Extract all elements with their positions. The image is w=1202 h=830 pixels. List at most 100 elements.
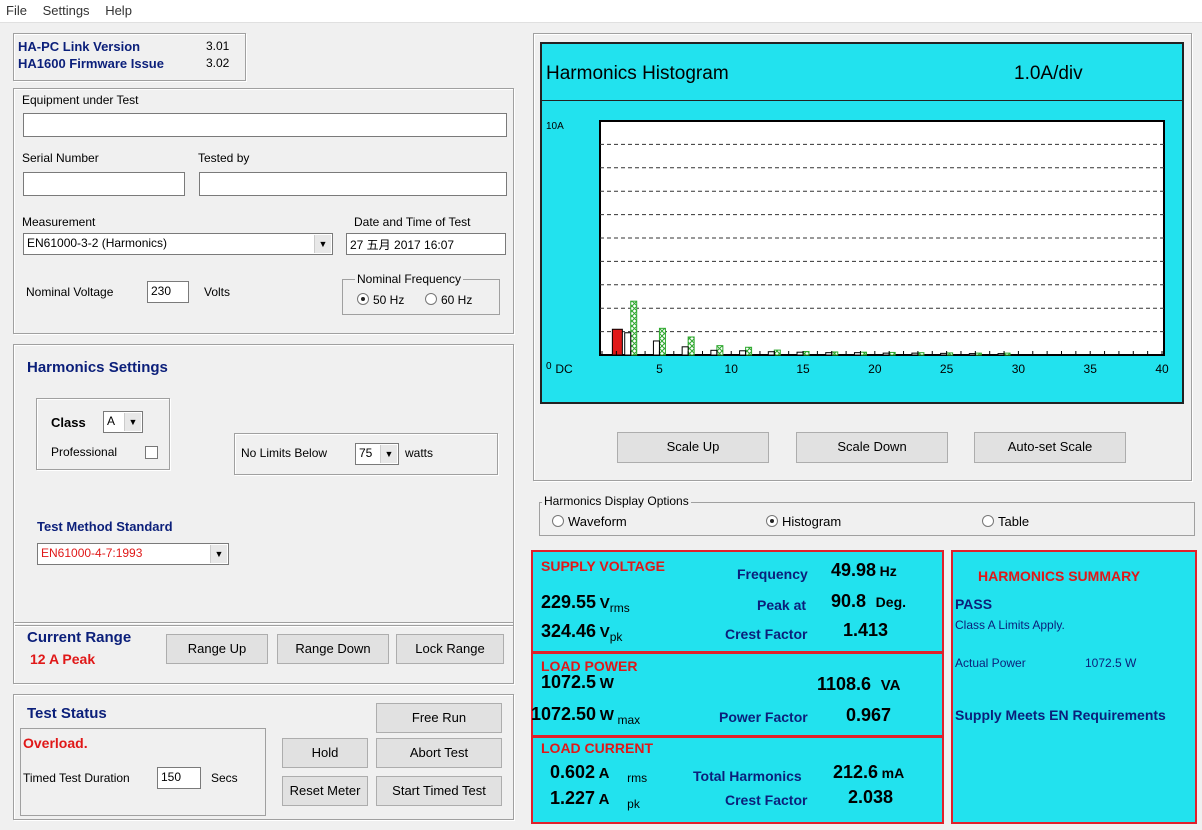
- measurement-label: Measurement: [22, 215, 96, 229]
- harmonics-settings-title: Harmonics Settings: [27, 359, 168, 376]
- version-panel: HA-PC Link Version 3.01 HA1600 Firmware …: [13, 33, 246, 81]
- status-box: Overload. Timed Test Duration 150 Secs: [20, 728, 266, 816]
- histogram-radio[interactable]: Histogram: [766, 514, 841, 529]
- current-crest-value: 2.038: [848, 787, 894, 807]
- frequency-unit: Hz: [879, 563, 897, 579]
- tested-by-input[interactable]: [199, 172, 507, 196]
- test-method-value: EN61000-4-7:1993: [41, 546, 143, 560]
- arms-sub: rms: [627, 771, 648, 785]
- vpk-sub: pk: [609, 630, 623, 644]
- no-limits-label: No Limits Below: [241, 446, 328, 460]
- nominal-voltage-label: Nominal Voltage: [26, 285, 114, 299]
- chevron-down-icon[interactable]: ▼: [124, 413, 141, 431]
- no-limits-select[interactable]: 75 ▼: [355, 443, 399, 465]
- measurement-value: EN61000-3-2 (Harmonics): [27, 236, 168, 250]
- watts-reading: 1072.5 W: [541, 672, 614, 693]
- reset-meter-button[interactable]: Reset Meter: [282, 776, 368, 806]
- harmonic-bar-h27: [968, 353, 976, 356]
- start-timed-test-button[interactable]: Start Timed Test: [376, 776, 502, 806]
- vrms-sub: rms: [609, 601, 630, 615]
- test-method-select[interactable]: EN61000-4-7:1993 ▼: [37, 543, 229, 565]
- test-method-label: Test Method Standard: [37, 519, 173, 534]
- total-harmonics-label: Total Harmonics: [693, 768, 802, 784]
- radio-icon: [552, 515, 564, 527]
- va-value: 1108.6: [817, 674, 872, 694]
- duration-input[interactable]: 150: [157, 767, 201, 789]
- va-unit: VA: [880, 677, 901, 694]
- summary-meets: Supply Meets EN Requirements: [955, 707, 1166, 723]
- x-tick-label: DC: [555, 362, 573, 376]
- eut-input[interactable]: [23, 113, 507, 137]
- summary-class-note: Class A Limits Apply.: [955, 618, 1065, 632]
- y-tick-label-zero: 0: [546, 361, 552, 372]
- y-tick-label-top: 10A: [546, 121, 564, 132]
- apk-unit: A: [598, 791, 610, 808]
- wmax-value: 1072.50: [531, 704, 597, 724]
- summary-result: PASS: [955, 596, 993, 612]
- professional-label: Professional: [51, 445, 118, 459]
- menu-bar: File Settings Help: [0, 0, 1202, 23]
- peak-unit: Deg.: [875, 594, 907, 610]
- radio-selected-icon: [357, 293, 369, 305]
- measurement-select[interactable]: EN61000-3-2 (Harmonics) ▼: [23, 233, 333, 255]
- freq-50-radio[interactable]: 50 Hz: [357, 293, 404, 307]
- total-harmonics-reading: 212.6 mA: [833, 762, 904, 783]
- datetime-field[interactable]: 27 五月 2017 16:07: [346, 233, 506, 255]
- peak-label: Peak at: [757, 597, 807, 613]
- equipment-panel: Equipment under Test Serial Number Teste…: [13, 88, 514, 334]
- professional-checkbox[interactable]: [145, 446, 158, 459]
- load-current-box: LOAD CURRENT 0.602 A rms 1.227 A pk Tota…: [531, 736, 944, 824]
- menu-settings[interactable]: Settings: [37, 0, 96, 18]
- class-select[interactable]: A ▼: [103, 411, 143, 433]
- range-down-button[interactable]: Range Down: [277, 634, 389, 664]
- free-run-button[interactable]: Free Run: [376, 703, 502, 733]
- chevron-down-icon[interactable]: ▼: [314, 235, 331, 253]
- harmonic-bar-h11: [739, 350, 747, 356]
- link-version-value: 3.01: [206, 39, 230, 53]
- x-tick-label: 30: [1012, 362, 1026, 376]
- hold-button[interactable]: Hold: [282, 738, 368, 768]
- nominal-voltage-input[interactable]: 230: [147, 281, 189, 303]
- radio-icon: [425, 293, 437, 305]
- test-status-panel: Test Status Overload. Timed Test Duratio…: [13, 694, 514, 820]
- limit-bar-h9: [716, 345, 724, 356]
- serial-input[interactable]: [23, 172, 185, 196]
- table-radio[interactable]: Table: [982, 514, 1029, 529]
- menu-help[interactable]: Help: [99, 0, 138, 18]
- arms-unit: A: [598, 765, 610, 782]
- menu-file[interactable]: File: [0, 0, 33, 18]
- lock-range-button[interactable]: Lock Range: [396, 634, 504, 664]
- harmonic-bar-h29: [997, 353, 1005, 356]
- auto-scale-button[interactable]: Auto-set Scale: [974, 432, 1126, 463]
- harmonics-summary-box: HARMONICS SUMMARY PASS Class A Limits Ap…: [951, 550, 1197, 824]
- freq-60-radio[interactable]: 60 Hz: [425, 293, 472, 307]
- apk-sub: pk: [627, 797, 640, 811]
- apk-value: 1.227: [550, 788, 596, 808]
- limit-bar-h15: [802, 350, 810, 356]
- range-up-button[interactable]: Range Up: [166, 634, 268, 664]
- chevron-down-icon[interactable]: ▼: [210, 545, 227, 563]
- scale-down-button[interactable]: Scale Down: [796, 432, 948, 463]
- harmonic-bar-h13: [767, 351, 775, 356]
- radio-icon: [982, 515, 994, 527]
- limit-bar-h11: [745, 346, 753, 356]
- wmax-sub: max: [617, 713, 641, 727]
- power-factor-value: 0.967: [846, 705, 892, 725]
- scale-up-button[interactable]: Scale Up: [617, 432, 769, 463]
- class-value: A: [107, 414, 116, 428]
- supply-crest-label: Crest Factor: [725, 626, 808, 642]
- histogram-chart: DC 5 10 15 20 25 30 35 40 10A 0: [546, 120, 1169, 376]
- display-options-group: Harmonics Display Options Waveform Histo…: [539, 494, 1195, 536]
- duration-label: Timed Test Duration: [23, 771, 130, 785]
- chevron-down-icon[interactable]: ▼: [380, 445, 397, 463]
- secs-label: Secs: [211, 771, 238, 785]
- nominal-frequency-group: Nominal Frequency 50 Hz 60 Hz: [342, 272, 500, 315]
- class-group: Class A ▼ Professional: [36, 398, 170, 470]
- actual-power-value: 1072.5 W: [1085, 656, 1137, 670]
- x-tick-label: 15: [796, 362, 810, 376]
- harmonic-bar-h3: [624, 332, 632, 356]
- histogram-scale: 1.0A/div: [1014, 63, 1083, 84]
- waveform-radio[interactable]: Waveform: [552, 514, 627, 529]
- abort-test-button[interactable]: Abort Test: [376, 738, 502, 768]
- vpk-reading: 324.46 Vpk: [541, 621, 623, 644]
